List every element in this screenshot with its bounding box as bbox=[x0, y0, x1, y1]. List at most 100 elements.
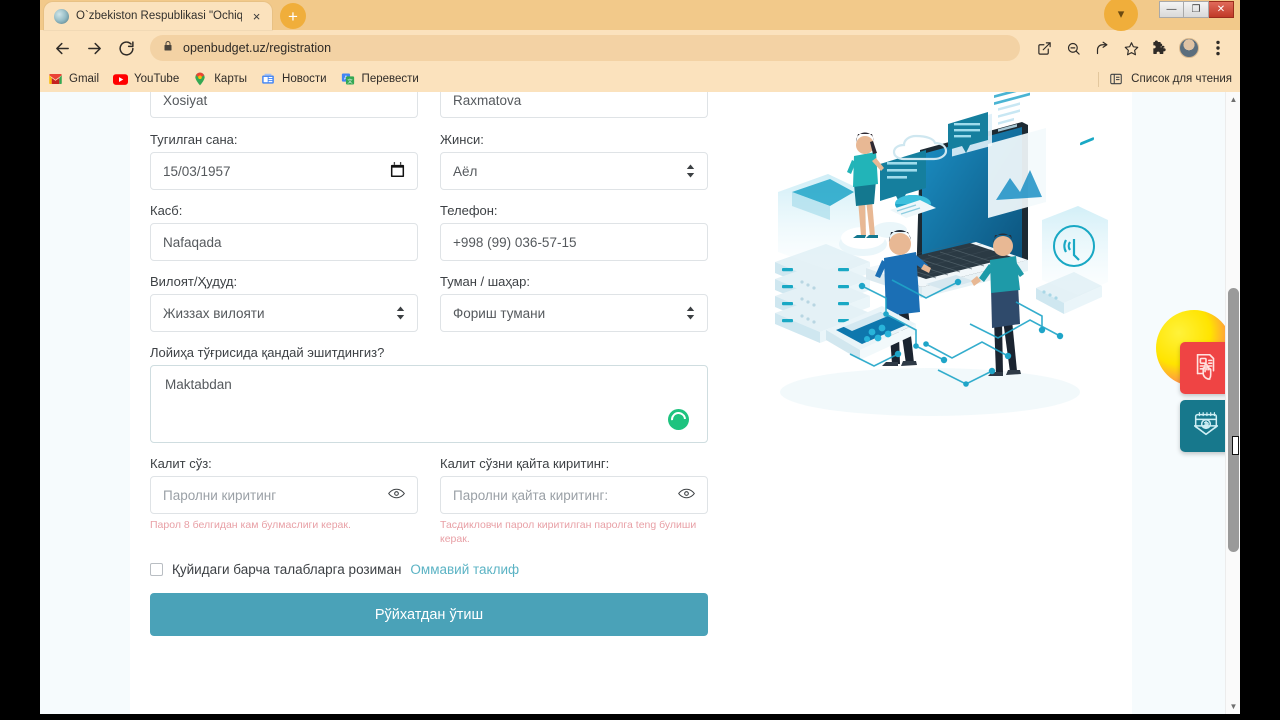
document-hand-icon bbox=[1191, 351, 1221, 386]
region-field: Вилоят/Ҳудуд: Жиззах вилояти bbox=[150, 274, 418, 332]
region-district-row: Вилоят/Ҳудуд: Жиззах вилояти Туман / шаҳ… bbox=[150, 274, 730, 345]
bookmark-gmail[interactable]: Gmail bbox=[48, 72, 99, 87]
reload-icon[interactable] bbox=[112, 34, 140, 62]
source-value: Maktabdan bbox=[165, 377, 232, 392]
minimize-button[interactable]: — bbox=[1159, 1, 1184, 18]
profession-value: Nafaqada bbox=[163, 234, 222, 250]
registration-card: Xosiyat Raxmatova Тугилган сана: 15/03/1… bbox=[130, 92, 1132, 714]
browser-toolbar: openbudget.uz/registration bbox=[40, 30, 1240, 66]
chevron-updown-icon bbox=[396, 306, 405, 320]
password-placeholder: Паролни киритинг bbox=[163, 487, 277, 503]
desktop: O`zbekiston Respublikasi "Ochiq × + ▾ — … bbox=[0, 0, 1280, 720]
reading-list-button[interactable]: Список для чтения bbox=[1098, 71, 1232, 87]
chevron-updown-icon bbox=[686, 306, 695, 320]
region-select[interactable]: Жиззах вилояти bbox=[150, 294, 418, 332]
address-bar[interactable]: openbudget.uz/registration bbox=[150, 35, 1020, 61]
agreement-text: Қуйидаги барча талабларга розиман bbox=[172, 562, 402, 578]
name-row: Xosiyat Raxmatova bbox=[150, 92, 730, 118]
bookmark-youtube[interactable]: YouTube bbox=[113, 72, 179, 87]
page-viewport: Xosiyat Raxmatova Тугилган сана: 15/03/1… bbox=[40, 92, 1240, 714]
bookmark-maps[interactable]: Карты bbox=[193, 72, 247, 87]
password-confirm-input[interactable]: Паролни қайта киритинг: bbox=[440, 476, 708, 514]
isometric-digital-technology-illustration bbox=[775, 92, 1108, 416]
globe-icon bbox=[54, 8, 69, 24]
close-icon[interactable]: × bbox=[249, 9, 264, 24]
bookmark-news[interactable]: Новости bbox=[261, 72, 327, 87]
firstname-input[interactable]: Xosiyat bbox=[150, 92, 418, 118]
calendar-money-icon bbox=[1191, 409, 1221, 444]
maps-icon bbox=[193, 72, 208, 87]
scroll-up-icon[interactable]: ▲ bbox=[1226, 92, 1240, 107]
registration-form: Xosiyat Raxmatova Тугилган сана: 15/03/1… bbox=[150, 92, 730, 637]
region-label: Вилоят/Ҳудуд: bbox=[150, 274, 238, 289]
password-confirm-label: Калит сўзни қайта киритинг: bbox=[440, 456, 610, 471]
tab-strip: O`zbekiston Respublikasi "Ochiq × + ▾ — … bbox=[40, 0, 1240, 31]
password-row: Калит сўз: Паролни киритинг Парол 8 белг… bbox=[150, 456, 730, 546]
district-field: Туман / шаҳар: Фориш тумани bbox=[440, 274, 708, 332]
new-tab-button[interactable]: + bbox=[280, 3, 306, 29]
birthdate-value: 15/03/1957 bbox=[163, 163, 231, 179]
birth-gender-row: Тугилган сана: 15/03/1957 Жинси: Аёл bbox=[150, 132, 730, 203]
calendar-icon[interactable] bbox=[390, 161, 405, 181]
chevron-down-icon[interactable]: ▾ bbox=[1104, 0, 1138, 31]
extensions-icon[interactable] bbox=[1146, 34, 1174, 62]
browser-window: O`zbekiston Respublikasi "Ochiq × + ▾ — … bbox=[40, 0, 1240, 714]
menu-icon[interactable] bbox=[1204, 34, 1232, 62]
bookmarks-bar: Gmail YouTube Карты Новости 文 Перевести … bbox=[40, 66, 1240, 92]
district-select[interactable]: Фориш тумани bbox=[440, 294, 708, 332]
news-icon bbox=[261, 72, 276, 87]
source-textarea[interactable]: Maktabdan bbox=[150, 365, 708, 443]
profession-input[interactable]: Nafaqada bbox=[150, 223, 418, 261]
forward-icon[interactable] bbox=[80, 34, 108, 62]
phone-input[interactable]: +998 (99) 036-57-15 bbox=[440, 223, 708, 261]
scroll-down-icon[interactable]: ▼ bbox=[1226, 699, 1240, 714]
url-text: openbudget.uz/registration bbox=[183, 41, 332, 55]
page-scrollbar[interactable]: ▲ ▼ bbox=[1225, 92, 1240, 714]
popup-icon[interactable] bbox=[1030, 34, 1058, 62]
bookmark-label: Новости bbox=[282, 73, 327, 85]
password-input[interactable]: Паролни киритинг bbox=[150, 476, 418, 514]
share-icon[interactable] bbox=[1088, 34, 1116, 62]
eye-icon[interactable] bbox=[388, 487, 405, 503]
phone-label: Телефон: bbox=[440, 203, 498, 218]
birthdate-label: Тугилган сана: bbox=[150, 132, 238, 147]
phone-value: +998 (99) 036-57-15 bbox=[453, 234, 577, 250]
submit-button[interactable]: Рўйхатдан ўтиш bbox=[150, 593, 708, 637]
zoom-out-icon[interactable] bbox=[1059, 34, 1087, 62]
scrollbar-thumb[interactable] bbox=[1228, 288, 1239, 552]
birthdate-input[interactable]: 15/03/1957 bbox=[150, 152, 418, 190]
back-icon[interactable] bbox=[48, 34, 76, 62]
illustration bbox=[730, 92, 1132, 432]
source-field: Лойиҳа тўғрисида қандай эшитдингиз? Makt… bbox=[150, 345, 730, 443]
bookmark-star-icon[interactable] bbox=[1117, 34, 1145, 62]
gender-label: Жинси: bbox=[440, 132, 484, 147]
restore-button[interactable]: ❐ bbox=[1184, 1, 1209, 18]
firstname-value: Xosiyat bbox=[163, 93, 208, 108]
close-window-button[interactable]: ✕ bbox=[1209, 1, 1234, 18]
browser-tab[interactable]: O`zbekiston Respublikasi "Ochiq × bbox=[44, 2, 272, 30]
public-offer-link[interactable]: Оммавий таклиф bbox=[410, 562, 519, 577]
password-confirm-placeholder: Паролни қайта киритинг: bbox=[453, 487, 609, 503]
district-label: Туман / шаҳар: bbox=[440, 274, 530, 289]
gender-value: Аёл bbox=[453, 163, 478, 179]
password-field: Калит сўз: Паролни киритинг Парол 8 белг… bbox=[150, 456, 418, 546]
lock-icon bbox=[162, 39, 174, 57]
reading-list-label: Список для чтения bbox=[1131, 73, 1232, 85]
profession-field: Касб: Nafaqada bbox=[150, 203, 418, 261]
agreement-checkbox[interactable] bbox=[150, 563, 163, 577]
profile-avatar[interactable] bbox=[1175, 34, 1203, 62]
gender-select[interactable]: Аёл bbox=[440, 152, 708, 190]
bookmark-label: Перевести bbox=[361, 73, 419, 85]
birthdate-field: Тугилган сана: 15/03/1957 bbox=[150, 132, 418, 190]
source-label: Лойиҳа тўғрисида қандай эшитдингиз? bbox=[150, 345, 385, 360]
district-value: Фориш тумани bbox=[453, 305, 546, 321]
lastname-input[interactable]: Raxmatova bbox=[440, 92, 708, 118]
password-error: Парол 8 белгидан кам булмаслиги керак. bbox=[150, 519, 351, 531]
bookmark-translate[interactable]: A文 Перевести bbox=[341, 72, 419, 87]
profession-phone-row: Касб: Nafaqada Телефон: +998 (99) 036-57… bbox=[150, 203, 730, 274]
loading-spinner-icon bbox=[668, 409, 689, 430]
tab-title: O`zbekiston Respublikasi "Ochiq bbox=[76, 10, 242, 22]
firstname-field: Xosiyat bbox=[150, 92, 418, 118]
eye-icon[interactable] bbox=[678, 487, 695, 503]
gender-field: Жинси: Аёл bbox=[440, 132, 708, 190]
